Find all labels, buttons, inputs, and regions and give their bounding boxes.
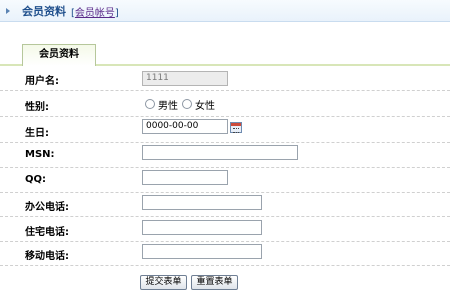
msn-field[interactable] [142,145,298,160]
form-row-birthday: 生日: 0000-00-00 [0,118,450,143]
mobile-phone-label: 移动电话: [25,251,69,262]
gender-male-label[interactable]: 男性 [158,97,178,112]
qq-field[interactable] [142,170,228,185]
form-row-home-phone: 住宅电话: [0,217,450,242]
birthday-field[interactable]: 0000-00-00 [142,119,228,134]
gender-male-radio[interactable] [145,99,155,109]
calendar-icon[interactable] [230,122,242,133]
bracket-close: ] [114,8,119,19]
gender-label: 性别: [25,102,49,113]
reset-button[interactable]: 重置表单 [191,275,238,290]
tab-member-profile[interactable]: 会员资料 [22,44,96,66]
account-link[interactable]: 会员帐号 [75,8,115,19]
mobile-phone-field[interactable] [142,244,262,259]
msn-label: MSN: [25,149,55,160]
qq-label: QQ: [25,174,47,185]
page-title: 会员资料 [22,5,66,18]
page-header: 会员资料 [会员帐号] [0,0,450,22]
form-row-qq: QQ: [0,168,450,193]
birthday-label: 生日: [25,128,49,139]
submit-button[interactable]: 提交表单 [140,275,187,290]
header-sublink: [会员帐号] [71,4,119,19]
home-phone-label: 住宅电话: [25,227,69,238]
office-phone-label: 办公电话: [25,202,69,213]
form-row-msn: MSN: [0,143,450,168]
username-field: 1111 [142,71,228,86]
gender-female-radio[interactable] [182,99,192,109]
form-row-gender: 性别: 男性 女性 [0,92,450,117]
home-phone-field[interactable] [142,220,262,235]
triangle-right-icon [6,8,10,14]
gender-female-label[interactable]: 女性 [195,97,215,112]
office-phone-field[interactable] [142,195,262,210]
username-label: 用户名: [25,76,59,87]
form-row-username: 用户名: 1111 [0,66,450,91]
form-row-mobile-phone: 移动电话: [0,241,450,266]
form-row-office-phone: 办公电话: [0,192,450,217]
